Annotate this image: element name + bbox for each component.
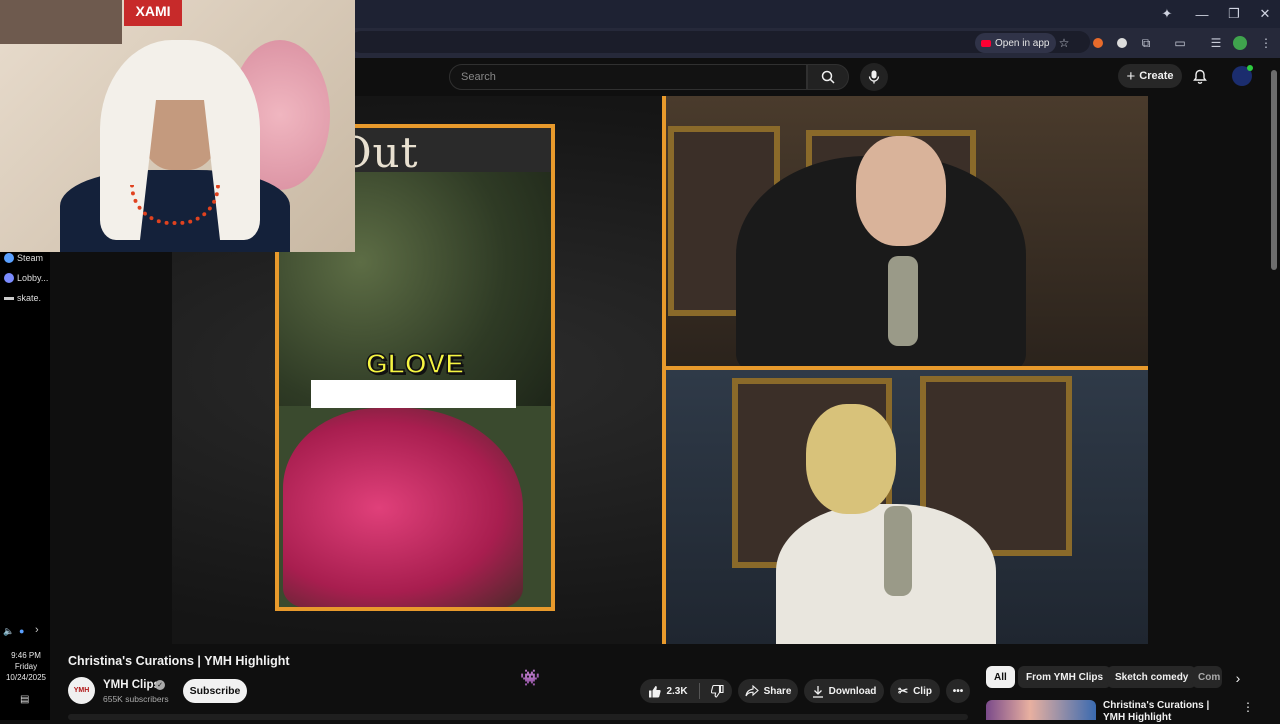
discord-icon	[4, 273, 14, 283]
scissors-icon: ✂	[898, 684, 909, 698]
microphone	[884, 506, 912, 596]
extension-icon-2[interactable]	[1112, 33, 1132, 53]
chip-all[interactable]: All	[986, 666, 1015, 688]
wall-poster	[0, 0, 122, 44]
caption-word: GLOVE	[365, 347, 465, 380]
channel-name[interactable]: YMH Clips	[103, 679, 160, 691]
create-button[interactable]: + Create	[1118, 64, 1182, 88]
search-placeholder: Search	[461, 71, 496, 83]
channel-avatar[interactable]: YMH	[68, 677, 95, 704]
extension-icon[interactable]	[1088, 33, 1108, 53]
taskbar-item-steam[interactable]: Steam	[4, 250, 43, 266]
notification-center-icon[interactable]: ▤	[20, 694, 29, 705]
reading-list-icon[interactable]: ☰	[1206, 33, 1226, 53]
search-button[interactable]	[807, 64, 849, 90]
profile-avatar-icon[interactable]	[1230, 33, 1250, 53]
download-button[interactable]: Download	[804, 679, 884, 703]
open-in-app-label: Open in app	[995, 37, 1050, 49]
more-horizontal-icon: •••	[952, 685, 964, 697]
video-right-bottom-panel	[662, 370, 1148, 644]
clock-time: 9:46 PM	[11, 651, 41, 660]
volume-icon[interactable]: 🔈	[3, 626, 14, 637]
taskbar-item-label: Steam	[17, 253, 44, 263]
subscriber-count: 655K subscribers	[103, 694, 169, 704]
like-button[interactable]: 2.3K	[648, 685, 688, 698]
steam-tray-icon[interactable]: ●	[19, 626, 24, 636]
bookmark-star-icon[interactable]: ☆	[1054, 33, 1074, 53]
tray-expand-icon[interactable]: ›	[35, 624, 39, 636]
search-input[interactable]: Search	[449, 64, 807, 90]
search-icon	[821, 70, 835, 84]
chevron-right-icon[interactable]: ›	[1228, 668, 1248, 688]
download-icon	[812, 685, 823, 698]
caption-bar	[311, 380, 516, 408]
notifications-button[interactable]	[1190, 66, 1210, 86]
webcam-overlay: XAMI	[0, 0, 355, 252]
microphone-icon	[868, 70, 880, 84]
account-avatar[interactable]	[1232, 65, 1253, 86]
restore-icon[interactable]: ❐	[1222, 4, 1246, 24]
wall-sign: XAMI	[124, 0, 182, 26]
close-icon[interactable]: ✕	[1253, 4, 1277, 24]
youtube-icon	[981, 39, 991, 47]
split-screen-icon[interactable]: ▭	[1170, 33, 1190, 53]
share-icon	[745, 685, 759, 697]
pink-figure	[283, 408, 523, 607]
dislike-button[interactable]	[710, 684, 724, 698]
bell-icon	[1193, 69, 1207, 84]
recommended-title[interactable]: Christina's Curations | YMH Highlight	[1103, 700, 1233, 724]
taskbar-item-label: Lobby...	[17, 273, 49, 283]
share-label: Share	[763, 685, 792, 697]
man-head	[856, 136, 946, 246]
like-dislike-group: 2.3K	[640, 679, 732, 703]
steam-icon	[4, 253, 14, 263]
chip-sketch-comedy[interactable]: Sketch comedy	[1107, 666, 1197, 688]
clock-day: Friday	[14, 662, 38, 671]
share-button[interactable]: Share	[738, 679, 798, 703]
video-right-top-panel	[662, 96, 1148, 370]
taskbar-item-skate[interactable]: skate.	[4, 290, 41, 306]
taskbar-item-label: skate.	[17, 293, 42, 303]
like-divider	[698, 683, 700, 699]
recommended-more-icon[interactable]: ⋮	[1240, 700, 1256, 716]
skate-icon	[4, 296, 14, 300]
extensions-puzzle-icon[interactable]: ⧉	[1136, 33, 1156, 53]
microphone	[888, 256, 918, 346]
video-title: Christina's Curations | YMH Highlight	[68, 654, 290, 668]
copilot-icon[interactable]: ✦	[1155, 4, 1179, 24]
more-actions-button[interactable]: •••	[946, 679, 970, 703]
verified-icon: ✓	[155, 680, 165, 690]
page-scrollbar[interactable]	[1271, 70, 1277, 270]
subscribe-button[interactable]: Subscribe	[183, 679, 247, 703]
thumbs-down-icon	[710, 684, 724, 698]
minimize-icon[interactable]: —	[1190, 4, 1214, 24]
taskbar-clock[interactable]: 9:46 PM Friday 10/24/2025	[2, 650, 50, 683]
thumbs-up-icon	[649, 685, 662, 697]
open-in-app-button[interactable]: Open in app	[975, 33, 1056, 53]
chip-com[interactable]: Com	[1192, 666, 1222, 688]
taskbar-item-lobby[interactable]: Lobby...	[4, 270, 48, 286]
clip-label: Clip	[913, 685, 932, 697]
create-label: Create	[1139, 70, 1174, 82]
like-count: 2.3K	[666, 685, 688, 697]
clock-date: 10/24/2025	[5, 673, 47, 682]
comment-box-edge	[68, 714, 968, 720]
download-label: Download	[828, 685, 877, 697]
clip-button[interactable]: ✂ Clip	[890, 679, 940, 703]
plus-icon: +	[1126, 67, 1136, 85]
chip-from-ymh-clips[interactable]: From YMH Clips	[1018, 666, 1112, 688]
voice-search-button[interactable]	[860, 63, 888, 91]
woman-head	[806, 404, 896, 514]
cursor-icon: 👾	[520, 670, 540, 687]
recommended-thumbnail[interactable]	[986, 700, 1096, 720]
browser-menu-icon[interactable]: ⋮	[1256, 33, 1276, 53]
